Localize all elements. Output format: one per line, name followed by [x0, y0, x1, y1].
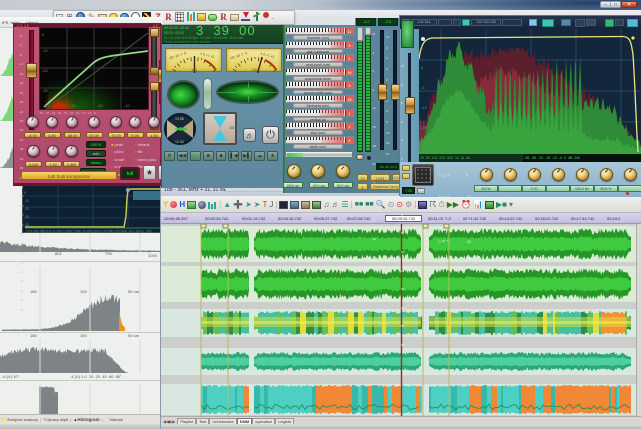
svg-text:0: 0 [24, 191, 26, 195]
svg-text:-10: -10 [124, 103, 131, 108]
svg-text:0: 0 [42, 32, 45, 37]
svg-text:VU: VU [192, 67, 198, 72]
svg-text:-30: -30 [24, 215, 29, 219]
svg-text:-40: -40 [43, 103, 50, 108]
svg-text:-20 -10 -7 -5: -20 -10 -7 -5 [229, 51, 248, 60]
svg-text:-30: -30 [70, 103, 77, 108]
svg-text:VU: VU [252, 67, 258, 72]
svg-text:0: 0 [421, 65, 424, 70]
svg-text:-20: -20 [97, 103, 104, 108]
svg-text:270 290 300 310 3,200 1,50: 270 290 300 310 3,200 1,500 2,500 10,000… [26, 230, 152, 234]
svg-text:-10: -10 [24, 199, 29, 203]
svg-text:-20 -10 -7 -5: -20 -10 -7 -5 [168, 51, 187, 60]
svg-text:-18: -18 [421, 125, 428, 130]
svg-text:-6: -6 [421, 85, 425, 90]
svg-text:-20: -20 [24, 207, 29, 211]
svg-text:-30: -30 [42, 88, 49, 93]
svg-text:-10: -10 [42, 48, 49, 53]
svg-text:-40: -40 [24, 223, 29, 227]
svg-text:6: 6 [421, 45, 424, 50]
svg-text:-20: -20 [42, 68, 49, 73]
svg-text:-12: -12 [421, 105, 428, 110]
svg-text:-1 0 +1 +3: -1 0 +1 +3 [199, 51, 215, 59]
